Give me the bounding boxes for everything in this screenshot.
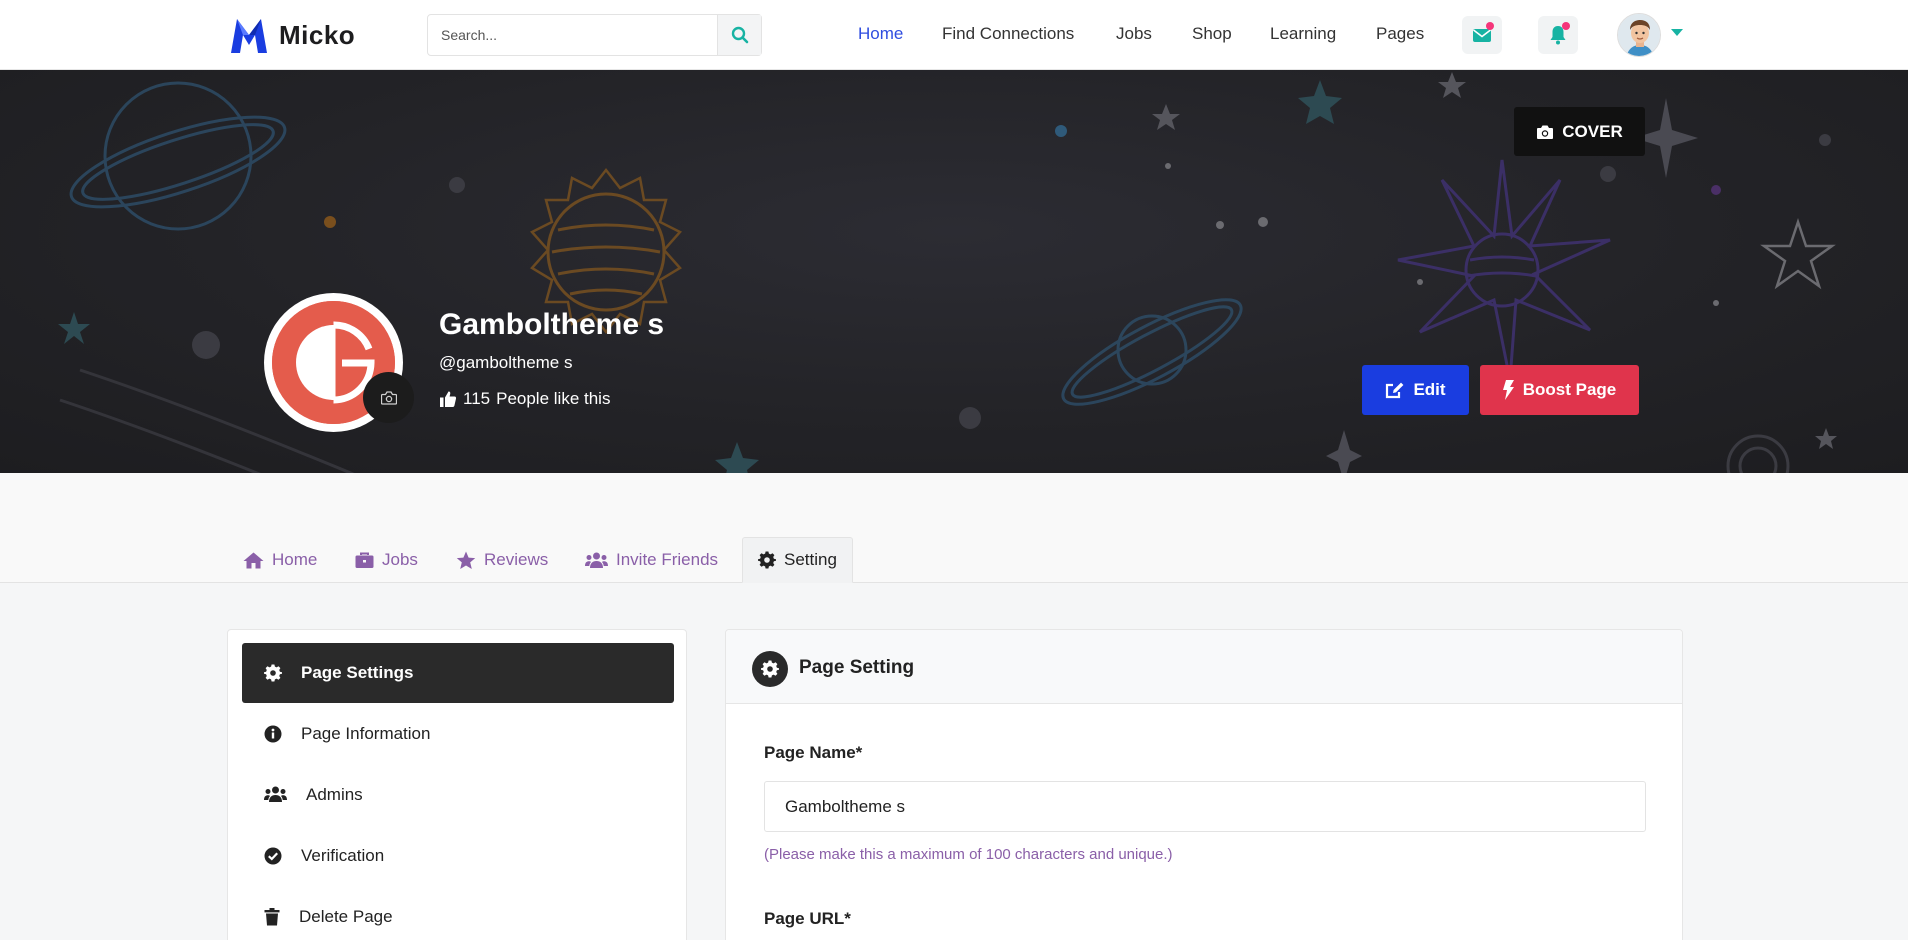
tab-invite-friends-label: Invite Friends [616, 550, 719, 569]
side-item-delete-page[interactable]: Delete Page [242, 887, 674, 940]
caret-down-icon[interactable] [1671, 29, 1683, 37]
side-item-label: Delete Page [299, 907, 393, 926]
trash-icon [264, 908, 280, 926]
search-icon [731, 26, 748, 44]
gear-icon [758, 551, 776, 569]
nav-home[interactable]: Home [858, 24, 903, 44]
star-icon [456, 551, 476, 569]
bolt-icon [1502, 380, 1514, 400]
page-likes: 115 People like this [439, 389, 610, 409]
side-item-page-settings[interactable]: Page Settings [242, 643, 674, 703]
brand-logo[interactable]: Micko [227, 12, 355, 58]
search-button[interactable] [717, 15, 761, 55]
tab-reviews-label: Reviews [484, 550, 549, 569]
top-navbar: Micko Home Find Connections Jobs Shop Le… [0, 0, 1908, 70]
panel-header: Page Setting [726, 630, 1682, 704]
user-avatar[interactable] [1617, 13, 1661, 57]
panel-title: Page Setting [799, 657, 915, 678]
camera-icon [380, 390, 397, 405]
page-setting-panel: Page Setting Page Name* (Please make thi… [725, 629, 1683, 940]
home-icon [243, 552, 264, 568]
side-item-admins[interactable]: Admins [242, 765, 674, 825]
logo-m-icon [231, 19, 267, 53]
side-item-label: Page Settings [301, 663, 414, 682]
check-circle-icon [264, 847, 282, 865]
page-name-help-text: (Please make this a maximum of 100 chara… [764, 846, 1173, 863]
tab-setting-label: Setting [784, 550, 837, 569]
nav-learning[interactable]: Learning [1270, 24, 1336, 44]
side-item-page-information[interactable]: Page Information [242, 704, 674, 764]
change-profile-picture-button[interactable] [363, 372, 414, 423]
page-name-input[interactable] [764, 781, 1646, 832]
tab-reviews[interactable]: Reviews [441, 537, 563, 583]
briefcase-icon [355, 552, 374, 568]
tab-setting[interactable]: Setting [742, 537, 853, 583]
tab-jobs-label: Jobs [382, 550, 418, 569]
camera-icon [1537, 125, 1554, 139]
side-item-label: Admins [306, 785, 363, 804]
cover-button-label: COVER [1562, 121, 1623, 141]
notification-dot [1486, 22, 1494, 30]
change-cover-button[interactable]: COVER [1514, 107, 1645, 156]
page-name-label: Page Name* [764, 743, 863, 762]
tab-home-label: Home [272, 550, 318, 569]
search-input[interactable] [428, 15, 717, 55]
tab-jobs[interactable]: Jobs [340, 537, 433, 583]
brand-name: Micko [279, 19, 356, 50]
messages-button[interactable] [1462, 16, 1502, 54]
nav-shop[interactable]: Shop [1192, 24, 1232, 44]
page-url-label: Page URL* [764, 909, 851, 928]
tab-home[interactable]: Home [228, 537, 332, 583]
avatar-illustration [1618, 14, 1660, 56]
edit-button-label: Edit [1413, 380, 1446, 399]
nav-find-connections[interactable]: Find Connections [942, 24, 1074, 44]
panel-gear-badge [752, 651, 788, 687]
boost-button-label: Boost Page [1522, 380, 1617, 399]
settings-side-menu: Page Settings Page Information Admins Ve… [227, 629, 687, 940]
tab-invite-friends[interactable]: Invite Friends [570, 537, 733, 583]
nav-jobs[interactable]: Jobs [1116, 24, 1152, 44]
thumbs-up-icon [440, 391, 457, 407]
users-icon [585, 552, 608, 568]
likes-count: 115 [463, 389, 491, 408]
gear-icon [264, 664, 282, 682]
side-item-label: Verification [301, 846, 385, 865]
gear-icon [761, 660, 779, 678]
edit-icon [1386, 382, 1404, 399]
page-name-heading: Gamboltheme s [439, 308, 665, 341]
search-box [427, 14, 762, 56]
page-handle: @gamboltheme s [439, 353, 573, 372]
nav-pages[interactable]: Pages [1376, 24, 1424, 44]
notification-dot [1562, 22, 1570, 30]
side-item-label: Page Information [301, 724, 431, 743]
users-icon [264, 786, 287, 802]
edit-page-button[interactable]: Edit [1362, 365, 1469, 415]
notifications-button[interactable] [1538, 16, 1578, 54]
likes-label: People like this [496, 389, 611, 408]
side-item-verification[interactable]: Verification [242, 826, 674, 886]
boost-page-button[interactable]: Boost Page [1480, 365, 1639, 415]
cover-banner: COVER Gamboltheme s @gamboltheme s 115 P… [0, 70, 1908, 473]
info-icon [264, 725, 282, 743]
